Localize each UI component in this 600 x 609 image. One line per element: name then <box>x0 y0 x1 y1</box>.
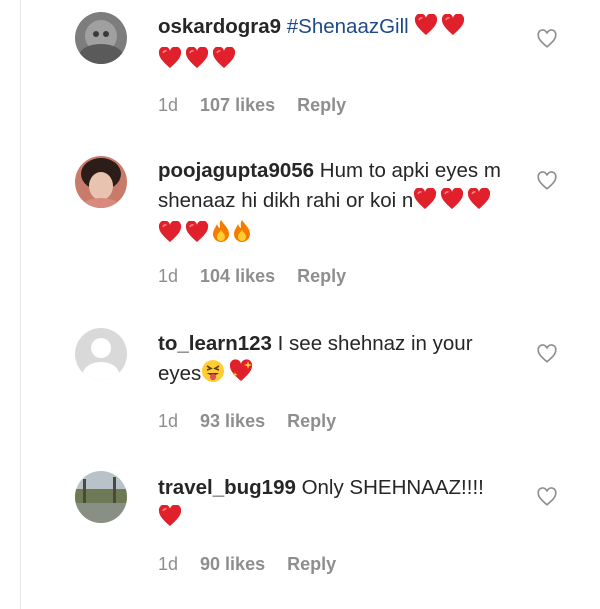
sparkling-heart-emoji <box>228 359 254 392</box>
comment-meta: 1d 104 likes Reply <box>158 266 346 287</box>
reply-button[interactable]: Reply <box>287 411 336 432</box>
fire-emoji <box>212 219 230 252</box>
comment-likes[interactable]: 93 likes <box>200 411 265 432</box>
comment-time: 1d <box>158 266 179 286</box>
comment-body: to_learn123 I see shehnaz in your eyes <box>158 329 518 392</box>
like-heart-icon[interactable] <box>536 343 558 365</box>
comment-likes[interactable]: 90 likes <box>200 554 265 575</box>
red-heart-emoji <box>441 13 465 45</box>
fire-emoji <box>233 219 251 252</box>
reply-button[interactable]: Reply <box>287 554 336 575</box>
red-heart-emoji <box>212 46 236 78</box>
red-heart-emoji <box>185 220 209 252</box>
red-heart-emoji <box>158 220 182 252</box>
comment-username[interactable]: poojagupta9056 <box>158 159 314 182</box>
comment-time: 1d <box>158 554 179 574</box>
avatar[interactable] <box>75 471 127 523</box>
comment-meta: 1d 93 likes Reply <box>158 411 336 432</box>
like-heart-icon[interactable] <box>536 28 558 50</box>
comment-body: travel_bug199 Only SHEHNAAZ!!!! <box>158 473 518 536</box>
avatar[interactable] <box>75 12 127 64</box>
like-heart-icon[interactable] <box>536 170 558 192</box>
reply-button[interactable]: Reply <box>297 95 346 116</box>
avatar[interactable] <box>75 328 127 380</box>
red-heart-emoji <box>440 187 464 219</box>
reply-button[interactable]: Reply <box>297 266 346 287</box>
hashtag-link[interactable]: #ShenaazGill <box>287 15 409 38</box>
comment-meta: 1d 90 likes Reply <box>158 554 336 575</box>
red-heart-emoji <box>413 187 437 219</box>
red-heart-emoji <box>414 13 438 45</box>
red-heart-emoji <box>158 46 182 78</box>
comment-body: oskardogra9 #ShenaazGill <box>158 12 518 78</box>
red-heart-emoji <box>467 187 491 219</box>
comment-username[interactable]: travel_bug199 <box>158 476 296 499</box>
comment-username[interactable]: oskardogra9 <box>158 15 281 38</box>
squinting-face-with-tongue-emoji <box>201 359 225 392</box>
red-heart-emoji <box>158 504 182 536</box>
avatar[interactable] <box>75 156 127 208</box>
left-divider <box>20 0 21 609</box>
comment-likes[interactable]: 104 likes <box>200 266 275 287</box>
like-heart-icon[interactable] <box>536 486 558 508</box>
comment-meta: 1d 107 likes Reply <box>158 95 346 116</box>
comment-time: 1d <box>158 95 179 115</box>
comment-username[interactable]: to_learn123 <box>158 332 272 355</box>
red-heart-emoji <box>185 46 209 78</box>
comment-text: Only SHEHNAAZ!!!! <box>301 476 484 499</box>
comment-time: 1d <box>158 411 179 431</box>
comment-body: poojagupta9056 Hum to apki eyes m shenaa… <box>158 156 518 252</box>
comment-likes[interactable]: 107 likes <box>200 95 275 116</box>
